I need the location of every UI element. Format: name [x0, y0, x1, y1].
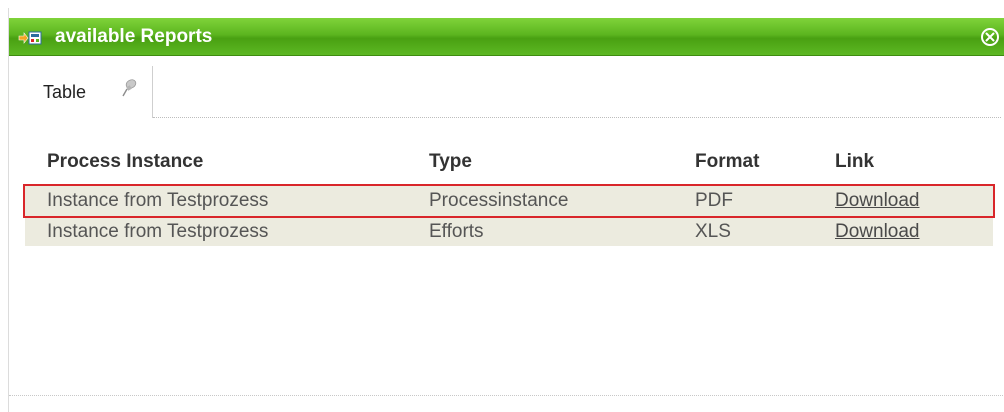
table-row[interactable]: Instance from Testprozess Processinstanc… [23, 184, 995, 218]
column-header-process-instance[interactable]: Process Instance [47, 140, 203, 184]
tab-divider [153, 117, 1001, 118]
cell-type: Efforts [429, 221, 484, 242]
window-title: available Reports [55, 26, 213, 47]
column-header-link[interactable]: Link [835, 140, 874, 184]
cell-process-instance: Instance from Testprozess [47, 221, 269, 242]
download-link[interactable]: Download [835, 186, 920, 216]
table-header: Process Instance Type Format Link [25, 142, 993, 186]
reports-table: Process Instance Type Format Link Instan… [23, 142, 995, 246]
reports-window: available Reports Table Process Instance… [8, 8, 1004, 412]
column-header-type[interactable]: Type [429, 140, 472, 184]
cell-format: XLS [695, 221, 731, 242]
table-row[interactable]: Instance from Testprozess Efforts XLS Do… [25, 218, 993, 246]
report-arrow-icon [18, 30, 42, 45]
column-header-format[interactable]: Format [695, 140, 759, 184]
pin-icon[interactable] [121, 79, 137, 101]
tab-table[interactable]: Table [25, 66, 153, 118]
cell-format: PDF [695, 190, 733, 211]
download-link[interactable]: Download [835, 218, 920, 246]
close-button[interactable] [981, 28, 999, 46]
cell-process-instance: Instance from Testprozess [47, 190, 269, 211]
tab-table-label: Table [43, 82, 87, 102]
close-icon [985, 32, 995, 42]
window-titlebar: available Reports [9, 18, 1004, 56]
cell-type: Processinstance [429, 190, 569, 211]
footer-divider [9, 395, 1004, 396]
